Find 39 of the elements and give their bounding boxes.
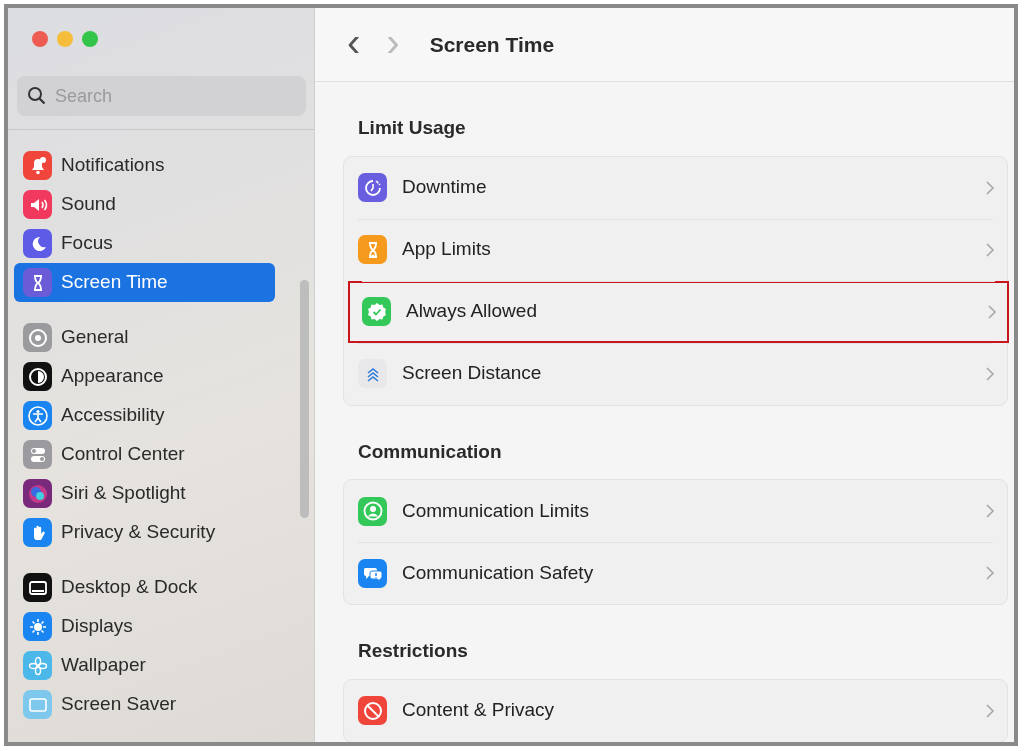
sidebar-item[interactable]: Notifications <box>14 146 275 185</box>
sidebar-item[interactable]: Displays <box>14 607 275 646</box>
settings-row[interactable]: Always Allowed <box>348 280 1009 343</box>
chevron-right-icon <box>985 702 995 719</box>
window-control-button[interactable] <box>32 31 48 47</box>
chevron-right-icon <box>985 365 995 382</box>
settings-row[interactable]: Downtime <box>344 156 1007 219</box>
section-title: Communication <box>357 439 503 464</box>
window-control-button[interactable] <box>82 31 98 47</box>
settings-row[interactable]: Screen Distance <box>344 342 1007 405</box>
sidebar-item[interactable]: Accessibility <box>14 396 275 435</box>
settings-row[interactable]: App Limits <box>344 218 1007 281</box>
sidebar-item[interactable]: Screen Time <box>14 263 275 302</box>
sidebar-item[interactable]: Sound <box>14 185 275 224</box>
sidebar-item[interactable]: Privacy & Security <box>14 513 275 552</box>
chevron-right-icon <box>987 303 997 320</box>
sidebar-item[interactable]: Siri & Spotlight <box>14 474 275 513</box>
chevron-right-icon <box>985 503 995 519</box>
settings-row[interactable]: Communication Limits <box>344 480 1007 542</box>
search-icon <box>27 86 47 106</box>
section-title: Restrictions <box>357 639 469 663</box>
sidebar-item[interactable]: Focus <box>14 224 275 263</box>
chevron-right-icon <box>985 565 995 581</box>
sidebar-item[interactable]: Screen Saver <box>14 685 275 724</box>
chevron-right-icon <box>985 179 995 196</box>
window-title: Screen Time <box>429 31 555 58</box>
sidebar-item[interactable]: Appearance <box>14 357 275 396</box>
chevron-right-icon <box>985 241 995 258</box>
sidebar-item[interactable]: Wallpaper <box>14 646 275 685</box>
back-button[interactable]: ‹ <box>343 21 365 62</box>
sidebar-item[interactable]: General <box>14 318 275 357</box>
scrollbar[interactable] <box>300 280 309 518</box>
settings-row[interactable]: Communication Safety <box>344 542 1007 604</box>
window-control-button[interactable] <box>57 31 73 47</box>
sidebar-item[interactable]: Control Center <box>14 435 275 474</box>
sidebar-item[interactable]: Desktop & Dock <box>14 568 275 607</box>
search-field[interactable]: Search <box>17 76 306 116</box>
settings-row[interactable]: Content & Privacy <box>344 679 1007 742</box>
section-title: Limit Usage <box>357 116 467 140</box>
